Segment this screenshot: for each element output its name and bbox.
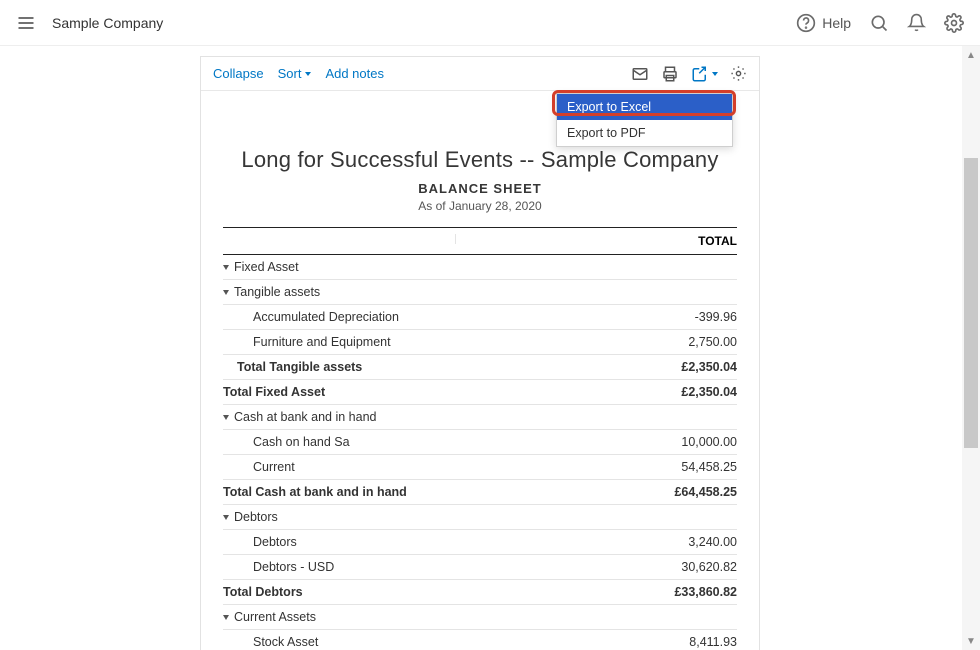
row-amount: £2,350.04: [627, 385, 737, 399]
row-label[interactable]: Stock Asset: [223, 635, 627, 649]
row-label[interactable]: Accumulated Depreciation: [223, 310, 627, 324]
hamburger-icon[interactable]: [16, 13, 36, 33]
caret-down-icon[interactable]: [223, 290, 229, 295]
help-icon: [796, 13, 816, 33]
row-amount: 54,458.25: [627, 460, 737, 474]
row-amount: 8,411.93: [627, 635, 737, 649]
row-label[interactable]: Total Cash at bank and in hand: [223, 485, 627, 499]
row-label[interactable]: Total Tangible assets: [223, 360, 627, 374]
top-bar: Sample Company Help: [0, 0, 980, 46]
report-subtitle: BALANCE SHEET: [223, 181, 737, 196]
table-row: Debtors - USD30,620.82: [223, 555, 737, 580]
bell-icon[interactable]: [907, 13, 926, 32]
table-row: Debtors3,240.00: [223, 530, 737, 555]
table-row: Total Debtors£33,860.82: [223, 580, 737, 605]
table-row: Total Tangible assets£2,350.04: [223, 355, 737, 380]
row-label[interactable]: Fixed Asset: [223, 260, 627, 274]
table-row: Furniture and Equipment2,750.00: [223, 330, 737, 355]
table-row: Cash at bank and in hand: [223, 405, 737, 430]
settings-icon[interactable]: [730, 65, 747, 82]
help-button[interactable]: Help: [796, 13, 851, 33]
sort-label: Sort: [278, 66, 302, 81]
table-row: Cash on hand Sa10,000.00: [223, 430, 737, 455]
chevron-down-icon: [712, 72, 718, 76]
report-body: Long for Successful Events -- Sample Com…: [201, 91, 759, 650]
content-area: Collapse Sort Add notes Export to: [0, 46, 962, 650]
export-menu: Export to Excel Export to PDF: [556, 93, 733, 147]
caret-down-icon[interactable]: [223, 615, 229, 620]
row-label[interactable]: Tangible assets: [223, 285, 627, 299]
row-label[interactable]: Current Assets: [223, 610, 627, 624]
row-amount: £33,860.82: [627, 585, 737, 599]
row-amount: 10,000.00: [627, 435, 737, 449]
row-amount: 30,620.82: [627, 560, 737, 574]
print-icon[interactable]: [661, 65, 679, 83]
row-amount: £64,458.25: [627, 485, 737, 499]
scroll-down-icon[interactable]: ▼: [962, 632, 980, 650]
table-row: Total Cash at bank and in hand£64,458.25: [223, 480, 737, 505]
scroll-up-icon[interactable]: ▲: [962, 46, 980, 64]
total-header: TOTAL: [637, 234, 737, 248]
gear-icon[interactable]: [944, 13, 964, 33]
row-label[interactable]: Debtors - USD: [223, 560, 627, 574]
row-amount: 3,240.00: [627, 535, 737, 549]
export-icon[interactable]: [691, 65, 718, 83]
caret-down-icon[interactable]: [223, 515, 229, 520]
row-label[interactable]: Total Debtors: [223, 585, 627, 599]
table-row: Current Assets: [223, 605, 737, 630]
caret-down-icon[interactable]: [223, 415, 229, 420]
row-amount: -399.96: [627, 310, 737, 324]
report-toolbar: Collapse Sort Add notes: [201, 57, 759, 91]
email-icon[interactable]: [631, 65, 649, 83]
row-label[interactable]: Debtors: [223, 510, 627, 524]
export-excel-item[interactable]: Export to Excel: [557, 94, 732, 120]
report-date: As of January 28, 2020: [223, 199, 737, 213]
table-row: Stock Asset8,411.93: [223, 630, 737, 650]
row-amount: 2,750.00: [627, 335, 737, 349]
row-label[interactable]: Debtors: [223, 535, 627, 549]
column-header-row: TOTAL: [223, 228, 737, 255]
row-label[interactable]: Total Fixed Asset: [223, 385, 627, 399]
search-icon[interactable]: [869, 13, 889, 33]
row-amount: £2,350.04: [627, 360, 737, 374]
scrollbar[interactable]: ▲ ▼: [962, 46, 980, 650]
table-row: Accumulated Depreciation-399.96: [223, 305, 737, 330]
table-row: Tangible assets: [223, 280, 737, 305]
help-label: Help: [822, 15, 851, 31]
scrollbar-thumb[interactable]: [964, 158, 978, 448]
caret-down-icon[interactable]: [223, 265, 229, 270]
sort-link[interactable]: Sort: [278, 66, 312, 81]
table-row: Fixed Asset: [223, 255, 737, 280]
row-label[interactable]: Furniture and Equipment: [223, 335, 627, 349]
row-label[interactable]: Current: [223, 460, 627, 474]
export-pdf-item[interactable]: Export to PDF: [557, 120, 732, 146]
row-label[interactable]: Cash on hand Sa: [223, 435, 627, 449]
chevron-down-icon: [305, 72, 311, 76]
report-title: Long for Successful Events -- Sample Com…: [223, 147, 737, 173]
add-notes-link[interactable]: Add notes: [325, 66, 384, 81]
table-row: Total Fixed Asset£2,350.04: [223, 380, 737, 405]
company-name: Sample Company: [52, 15, 163, 31]
row-label[interactable]: Cash at bank and in hand: [223, 410, 627, 424]
collapse-link[interactable]: Collapse: [213, 66, 264, 81]
report-rows: Fixed Asset Tangible assets Accumulated De…: [223, 255, 737, 650]
table-row: Current54,458.25: [223, 455, 737, 480]
report-panel: Collapse Sort Add notes Export to: [200, 56, 760, 650]
table-row: Debtors: [223, 505, 737, 530]
